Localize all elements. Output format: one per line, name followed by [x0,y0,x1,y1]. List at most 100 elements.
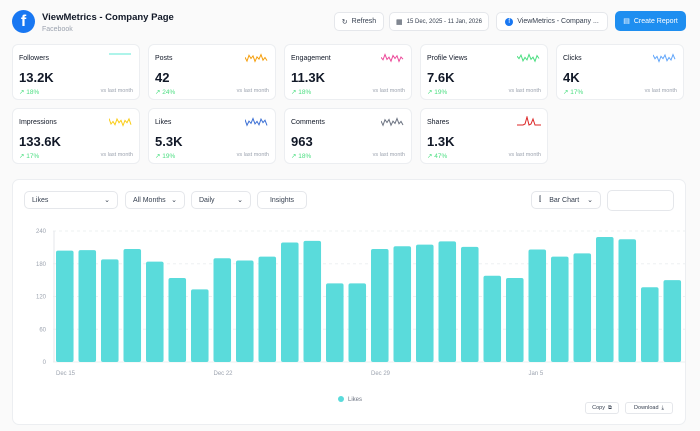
card-label: Clicks [563,55,582,62]
bar [573,253,592,362]
bar [416,244,434,362]
sparkline-icon [653,53,676,63]
trend-up-icon: ↗ [19,89,25,96]
bar [326,283,344,362]
chevron-down-icon: ⌄ [237,197,243,204]
card-change: ↗ 17% [563,89,584,96]
sparkline-icon [109,117,132,127]
sparkline-icon [381,53,404,63]
calendar-icon: ▦ [396,18,403,26]
card-comparison: vs last month [372,152,405,158]
card-change: ↗ 47% [427,153,448,160]
legend-swatch [338,396,344,402]
months-dropdown[interactable]: All Months ⌄ [125,191,185,209]
bar [596,237,614,362]
chart-type-dropdown[interactable]: ⫿ Bar Chart ⌄ [531,191,601,209]
y-tick-label: 240 [36,229,47,235]
card-comparison: vs last month [644,88,677,94]
card-change: ↗ 19% [427,89,448,96]
stat-card-comments[interactable]: Comments 963 ↗ 18% vs last month [284,108,412,164]
stat-card-profile-views[interactable]: Profile Views 7.6K ↗ 19% vs last month [420,44,548,100]
sparkline-icon [517,53,540,63]
bar [461,246,479,362]
bar [281,242,299,362]
bar-chart-icon: ⫿ [539,196,542,203]
card-value: 133.6K [19,134,61,149]
download-icon: ⤓ [661,404,664,411]
copy-icon: ⧉ [607,404,612,411]
bar [123,249,142,362]
bar [213,258,232,362]
sparkline-icon [245,117,268,127]
stat-card-shares[interactable]: Shares 1.3K ↗ 47% vs last month [420,108,548,164]
bar [168,277,187,362]
create-report-button[interactable]: ▤ Create Report [615,11,686,31]
bar [528,249,547,362]
y-tick-label: 60 [39,327,46,333]
card-comparison: vs last month [236,152,269,158]
trend-up-icon: ↗ [155,153,161,160]
x-tick-label: Jan 5 [529,371,544,377]
card-change: ↗ 18% [291,89,312,96]
chart-icon: ▥ [615,197,623,205]
bar [393,246,412,362]
bar [371,249,389,362]
sparkline-icon [245,53,268,63]
stat-card-likes[interactable]: Likes 5.3K ↗ 19% vs last month [148,108,276,164]
card-comparison: vs last month [100,88,133,94]
card-comparison: vs last month [508,152,541,158]
insights-button[interactable]: Insights [257,191,307,209]
chevron-down-icon: ⌄ [104,197,110,204]
bar [663,280,682,362]
y-tick-label: 120 [36,295,47,301]
card-label: Posts [155,55,173,62]
download-button[interactable]: Download ⤓ [625,402,673,414]
stat-card-followers[interactable]: Followers 13.2K ↗ 18% vs last month [12,44,140,100]
y-tick-label: 0 [43,360,47,366]
bar [236,260,254,362]
stat-card-impressions[interactable]: Impressions 133.6K ↗ 17% vs last month [12,108,140,164]
bar [101,259,119,362]
bar [303,240,322,362]
page-title: ViewMetrics - Company Page [42,12,174,23]
card-value: 7.6K [427,70,455,85]
account-selector[interactable]: f ViewMetrics - Company ... [496,12,608,31]
bar [191,289,209,362]
chevron-down-icon: ⌄ [587,197,593,204]
card-value: 11.3K [291,70,325,85]
interval-dropdown[interactable]: Daily ⌄ [191,191,251,209]
bar [506,277,524,362]
card-label: Impressions [19,119,57,126]
card-change: ↗ 18% [291,153,312,160]
trend-up-icon: ↗ [19,153,25,160]
header: f ViewMetrics - Company Page Facebook ↻ R… [12,10,688,38]
card-comparison: vs last month [236,88,269,94]
card-comparison: vs last month [372,88,405,94]
refresh-button[interactable]: ↻ Refresh [334,12,384,31]
card-value: 13.2K [19,70,54,85]
legend-label: Likes [348,397,362,403]
card-label: Engagement [291,55,331,62]
bar [258,256,277,362]
create-chart-button[interactable]: ▥ Create Chart [607,190,674,211]
card-change: ↗ 24% [155,89,176,96]
metric-dropdown[interactable]: Likes ⌄ [24,191,118,209]
card-label: Profile Views [427,55,468,62]
facebook-icon: f [505,17,514,26]
card-label: Comments [291,119,325,126]
card-comparison: vs last month [508,88,541,94]
card-label: Followers [19,55,49,62]
date-range-picker[interactable]: ▦ 15 Dec, 2025 - 11 Jan, 2026 [389,12,489,31]
sparkline-icon [109,53,131,55]
card-change: ↗ 19% [155,153,176,160]
trend-up-icon: ↗ [155,89,161,96]
copy-button[interactable]: Copy ⧉ [585,402,619,414]
stat-card-engagement[interactable]: Engagement 11.3K ↗ 18% vs last month [284,44,412,100]
x-tick-label: Dec 15 [56,371,76,377]
card-change: ↗ 17% [19,153,40,160]
stat-card-posts[interactable]: Posts 42 ↗ 24% vs last month [148,44,276,100]
stat-card-clicks[interactable]: Clicks 4K ↗ 17% vs last month [556,44,684,100]
card-value: 4K [563,70,580,85]
facebook-logo-icon: f [12,10,35,33]
bar-chart: 0 60 120 180 240 Dec 15 Dec 22 Dec 29 Jan 5 Likes [36,229,685,403]
